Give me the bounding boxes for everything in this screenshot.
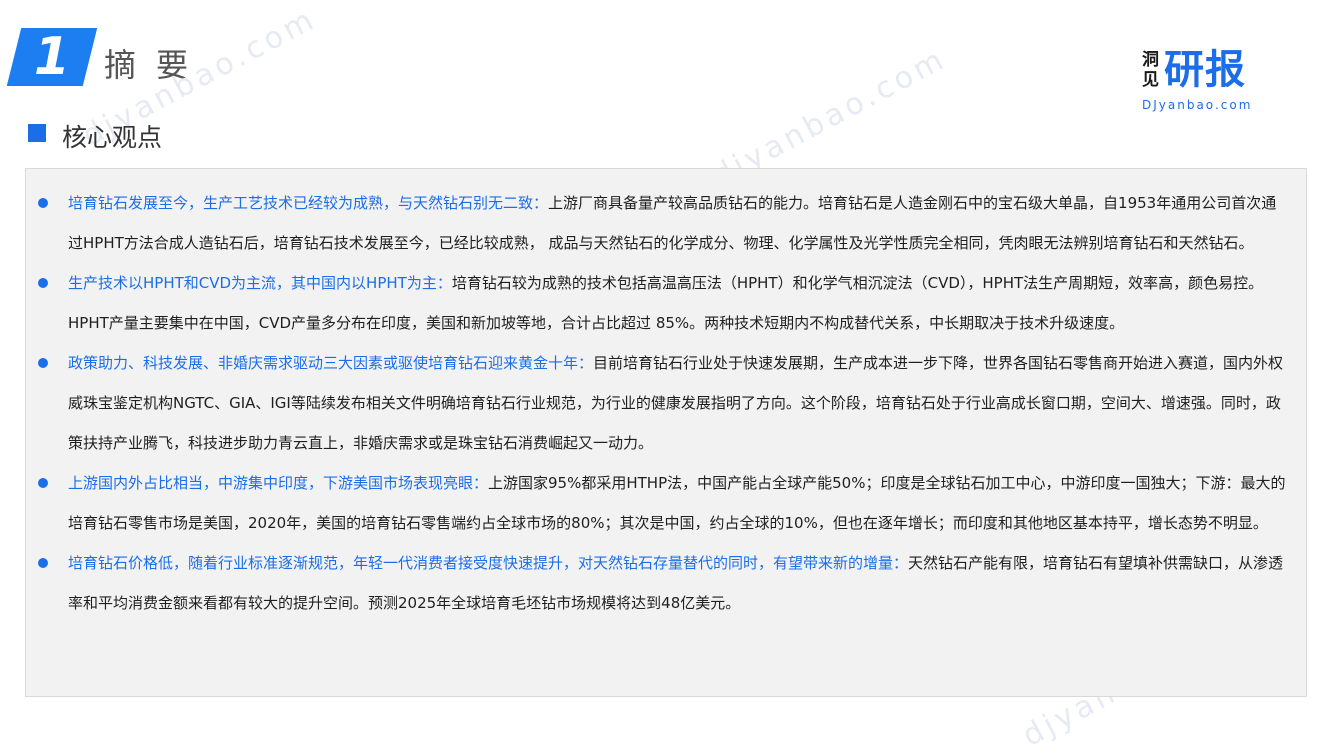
key-point-lead: 政策助力、科技发展、非婚庆需求驱动三大因素或驱使培育钻石迎来黄金十年： <box>68 354 594 372</box>
page-header: 1 摘要 洞见 研报 DJyanbao.com <box>0 0 1333 112</box>
section-square-icon <box>28 124 46 142</box>
key-points-panel: 培育钻石发展至今，生产工艺技术已经较为成熟，与天然钻石别无二致：上游厂商具备量产… <box>25 168 1307 697</box>
bullet-dot-icon <box>38 478 48 488</box>
key-point-item: 政策助力、科技发展、非婚庆需求驱动三大因素或驱使培育钻石迎来黄金十年：目前培育钻… <box>38 343 1288 463</box>
section-title: 核心观点 <box>62 123 163 152</box>
section-number-badge: 1 <box>6 27 98 87</box>
key-point-item: 生产技术以HPHT和CVD为主流，其中国内以HPHT为主：培育钻石较为成熟的技术… <box>38 263 1288 343</box>
key-point-lead: 培育钻石发展至今，生产工艺技术已经较为成熟，与天然钻石别无二致： <box>68 194 549 212</box>
bullet-dot-icon <box>38 558 48 568</box>
key-point-item: 培育钻石发展至今，生产工艺技术已经较为成熟，与天然钻石别无二致：上游厂商具备量产… <box>38 183 1288 263</box>
key-point-lead: 培育钻石价格低，随着行业标准逐渐规范，年轻一代消费者接受度快速提升，对天然钻石存… <box>68 554 909 572</box>
key-points-list: 培育钻石发展至今，生产工艺技术已经较为成熟，与天然钻石别无二致：上游厂商具备量产… <box>26 169 1306 623</box>
page-title: 摘要 <box>104 46 209 84</box>
logo-url-text: DJyanbao.com <box>1142 98 1253 112</box>
brand-logo: 洞见 研报 DJyanbao.com <box>1140 46 1265 118</box>
bullet-dot-icon <box>38 358 48 368</box>
bullet-dot-icon <box>38 198 48 208</box>
key-point-item: 培育钻石价格低，随着行业标准逐渐规范，年轻一代消费者接受度快速提升，对天然钻石存… <box>38 543 1288 623</box>
section-number: 1 <box>33 27 71 87</box>
key-point-lead: 生产技术以HPHT和CVD为主流，其中国内以HPHT为主： <box>68 274 452 292</box>
key-point-item: 上游国内外占比相当，中游集中印度，下游美国市场表现亮眼：上游国家95%都采用HT… <box>38 463 1288 543</box>
key-point-lead: 上游国内外占比相当，中游集中印度，下游美国市场表现亮眼： <box>68 474 489 492</box>
bullet-dot-icon <box>38 278 48 288</box>
logo-small-text: 洞见 <box>1142 50 1159 90</box>
logo-main-text: 研报 <box>1164 47 1246 93</box>
